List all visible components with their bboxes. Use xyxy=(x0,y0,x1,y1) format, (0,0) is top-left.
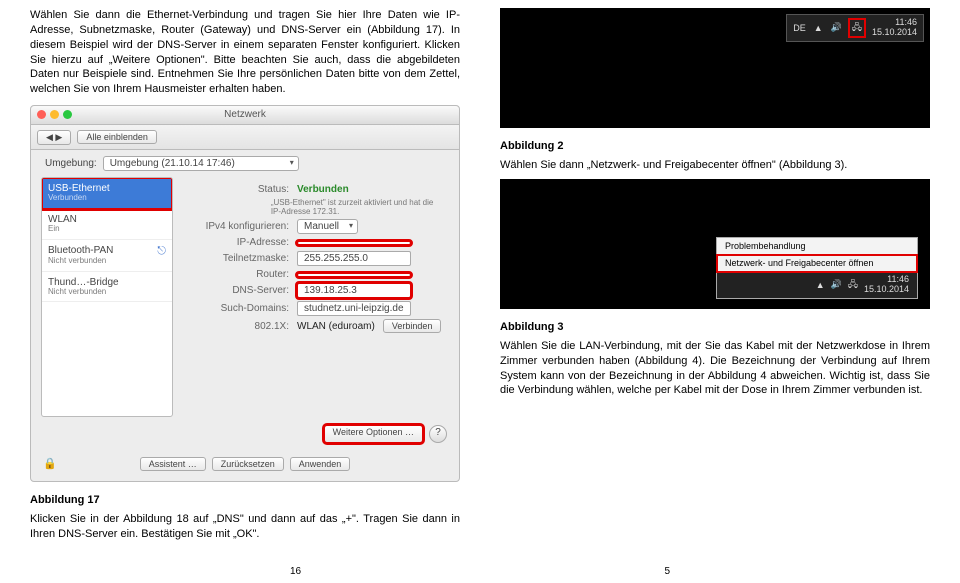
traffic-lights xyxy=(37,110,72,119)
tray-clock: 11:4615.10.2014 xyxy=(864,275,909,295)
page-number-left: 16 xyxy=(290,566,301,577)
sidebar-item-thunderbolt[interactable]: Thund…-Bridge Nicht verbunden xyxy=(42,272,172,303)
show-all-button[interactable]: Alle einblenden xyxy=(77,130,157,144)
environment-select[interactable]: Umgebung (21.10.14 17:46) xyxy=(103,156,299,171)
connection-sidebar: USB-Ethernet Verbunden WLAN Ein Bluetoot… xyxy=(41,177,173,417)
8021x-label: 802.1X: xyxy=(189,321,289,332)
figure-17-screenshot: Netzwerk ◀ ▶ Alle einblenden Umgebung: U… xyxy=(30,105,460,482)
close-icon[interactable] xyxy=(37,110,46,119)
sidebar-item-status: Ein xyxy=(48,225,166,234)
page-number-right: 5 xyxy=(664,566,670,577)
menu-item-troubleshoot[interactable]: Problembehandlung xyxy=(717,238,917,255)
dns-input[interactable]: 139.18.25.3 xyxy=(297,283,411,298)
reset-button[interactable]: Zurücksetzen xyxy=(212,457,284,471)
help-icon[interactable]: ? xyxy=(429,425,447,443)
sidebar-item-status: Nicht verbunden xyxy=(48,257,166,266)
ipv4-label: IPv4 konfigurieren: xyxy=(189,221,289,232)
dns-label: DNS-Server: xyxy=(189,285,289,296)
windows-tray: DE ▲ 🔊 🖧 11:4615.10.2014 xyxy=(786,14,924,42)
nav-back-forward[interactable]: ◀ ▶ xyxy=(37,130,71,145)
subnet-input[interactable]: 255.255.255.0 xyxy=(297,251,411,266)
figure-3-screenshot: Problembehandlung Netzwerk- und Freigabe… xyxy=(500,179,930,309)
router-label: Router: xyxy=(189,269,289,280)
ipv4-select[interactable]: Manuell xyxy=(297,219,358,234)
status-label: Status: xyxy=(189,184,289,195)
lock-icon[interactable]: 🔒 xyxy=(43,457,57,470)
toolbar: ◀ ▶ Alle einblenden xyxy=(31,125,459,150)
assistant-button[interactable]: Assistent … xyxy=(140,457,206,471)
para-open-center: Wählen Sie dann „Netzwerk- und Freigabec… xyxy=(500,158,930,173)
environment-row: Umgebung: Umgebung (21.10.14 17:46) xyxy=(31,150,459,177)
sidebar-item-label: Thund…-Bridge xyxy=(48,277,166,288)
minimize-icon[interactable] xyxy=(50,110,59,119)
flag-icon: ▲ xyxy=(816,280,825,290)
network-icon: 🖧 xyxy=(848,277,858,293)
flag-icon: ▲ xyxy=(814,23,823,33)
sidebar-item-label: Bluetooth-PAN xyxy=(48,245,113,257)
para-dns-step: Klicken Sie in der Abbildung 18 auf „DNS… xyxy=(30,512,460,542)
status-value: Verbunden xyxy=(297,184,349,195)
tray-lang: DE xyxy=(793,23,806,33)
sidebar-item-bluetooth[interactable]: Bluetooth-PAN ⎋ Nicht verbunden xyxy=(42,240,172,272)
sidebar-item-status: Nicht verbunden xyxy=(48,288,166,297)
environment-label: Umgebung: xyxy=(45,158,97,169)
searchdomain-input[interactable]: studnetz.uni-leipzig.de xyxy=(297,301,411,316)
connection-detail: Status: Verbunden „USB-Ethernet" ist zurz… xyxy=(173,177,459,417)
more-options-button[interactable]: Weitere Optionen … xyxy=(324,425,423,443)
figure-2-screenshot: DE ▲ 🔊 🖧 11:4615.10.2014 xyxy=(500,8,930,128)
sidebar-item-wlan[interactable]: WLAN Ein xyxy=(42,209,172,240)
sidebar-item-label: WLAN xyxy=(48,214,166,225)
apply-button[interactable]: Anwenden xyxy=(290,457,351,471)
caption-2: Abbildung 2 xyxy=(500,140,930,152)
tray-clock: 11:4615.10.2014 xyxy=(872,18,917,38)
subnet-label: Teilnetzmaske: xyxy=(189,253,289,264)
bluetooth-icon: ⎋ xyxy=(157,245,166,257)
caption-3: Abbildung 3 xyxy=(500,321,930,333)
volume-icon: 🔊 xyxy=(831,22,842,33)
ip-input[interactable] xyxy=(297,241,411,245)
router-input[interactable] xyxy=(297,273,411,277)
sidebar-item-usb-ethernet[interactable]: USB-Ethernet Verbunden xyxy=(42,178,172,209)
caption-17: Abbildung 17 xyxy=(30,494,460,506)
8021x-value: WLAN (eduroam) xyxy=(297,321,375,332)
zoom-icon[interactable] xyxy=(63,110,72,119)
para-lan-select: Wählen Sie die LAN-Verbindung, mit der S… xyxy=(500,339,930,398)
ip-label: IP-Adresse: xyxy=(189,237,289,248)
network-context-menu: Problembehandlung Netzwerk- und Freigabe… xyxy=(716,237,918,299)
searchdomain-label: Such-Domains: xyxy=(189,303,289,314)
window-title: Netzwerk xyxy=(224,109,266,120)
status-note: „USB-Ethernet" ist zurzeit aktiviert und… xyxy=(271,198,443,216)
connect-button[interactable]: Verbinden xyxy=(383,319,442,333)
volume-icon: 🔊 xyxy=(831,279,842,290)
menu-item-open-center[interactable]: Netzwerk- und Freigabecenter öffnen xyxy=(717,255,917,272)
mac-titlebar: Netzwerk xyxy=(31,106,459,125)
network-icon[interactable]: 🖧 xyxy=(850,20,864,36)
intro-paragraph: Wählen Sie dann die Ethernet-Verbindung … xyxy=(30,8,460,97)
sidebar-item-status: Verbunden xyxy=(48,194,166,203)
